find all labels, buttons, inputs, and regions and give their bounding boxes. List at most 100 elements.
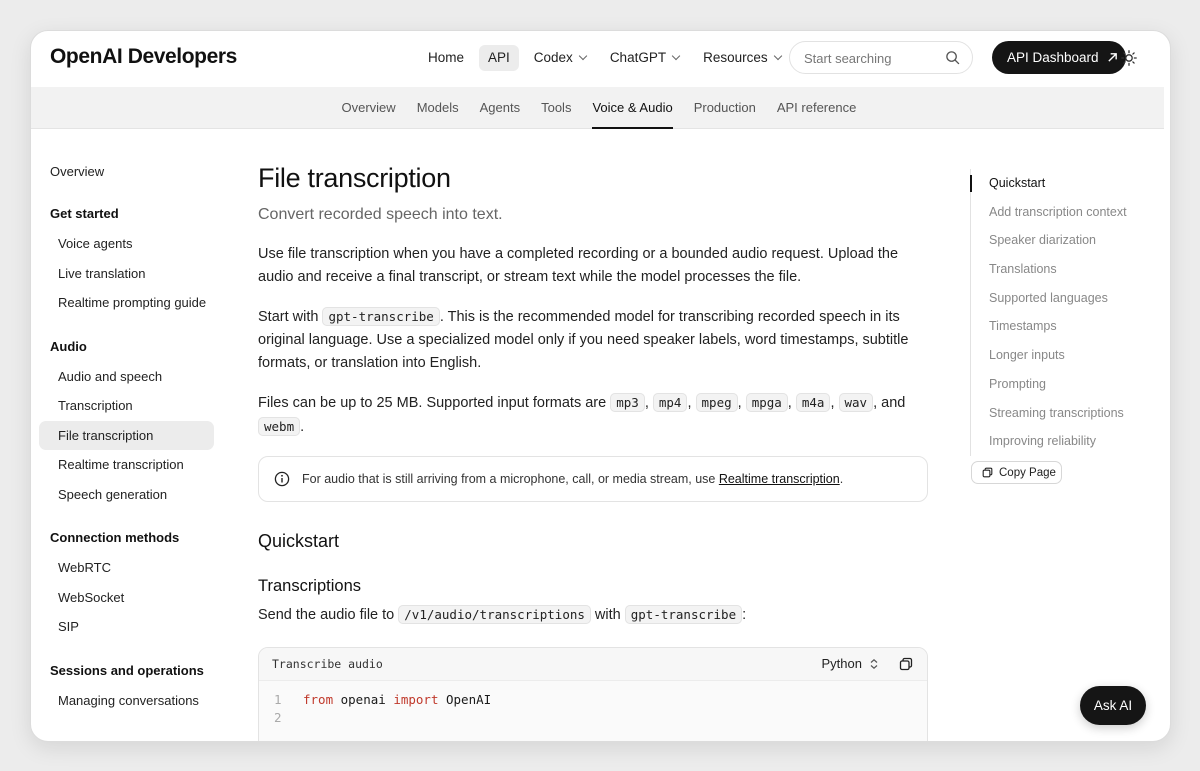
inline-code: /v1/audio/transcriptions [398, 605, 591, 624]
inline-code: mp4 [652, 393, 688, 412]
realtime-transcription-link[interactable]: Realtime transcription [719, 472, 840, 486]
sidebar-item-realtime-transcription[interactable]: Realtime transcription [39, 450, 214, 480]
tab-models[interactable]: Models [417, 87, 459, 129]
sidebar-item-transcription[interactable]: Transcription [39, 391, 214, 421]
text: with [590, 607, 625, 623]
sidebar-section-title: Connection methods [50, 530, 180, 545]
sidebar-item-realtime-prompting[interactable]: Realtime prompting guide [39, 288, 214, 318]
ask-ai-button[interactable]: Ask AI [1080, 686, 1146, 725]
text: Start with [258, 309, 323, 325]
keyword: import [393, 692, 439, 707]
toc-item-speaker-diarization[interactable]: Speaker diarization [971, 226, 1140, 255]
tab-tools[interactable]: Tools [541, 87, 571, 129]
sub-nav: Overview Models Agents Tools Voice & Aud… [31, 87, 1164, 129]
sidebar-item-websocket[interactable]: WebSocket [39, 583, 214, 613]
search-box[interactable] [789, 41, 973, 74]
nav-api-label: API [488, 50, 510, 65]
sidebar-section-title: Audio [50, 338, 87, 354]
sidebar-item-webrtc[interactable]: WebRTC [39, 553, 214, 583]
toc-item-prompting[interactable]: Prompting [971, 370, 1140, 399]
line-number: 2 [274, 710, 282, 725]
toc-item-streaming[interactable]: Streaming transcriptions [971, 399, 1140, 428]
sidebar-item-sip[interactable]: SIP [39, 612, 214, 642]
tab-agents[interactable]: Agents [480, 87, 520, 129]
search-input[interactable] [804, 49, 934, 67]
inline-code: mpga [745, 393, 788, 412]
endpoint-paragraph: Send the audio file to /v1/audio/transcr… [258, 603, 928, 627]
text: Files can be up to 25 MB. Supported inpu… [258, 395, 611, 411]
sun-icon[interactable] [1121, 50, 1137, 66]
nav-api[interactable]: API [479, 45, 519, 71]
code-block: Transcribe audio Python 1 from openai imp… [258, 647, 928, 741]
sidebar-section-title: Get started [50, 206, 119, 221]
chevron-updown-icon [870, 658, 878, 669]
api-dashboard-button[interactable]: API Dashboard [992, 41, 1126, 74]
code-title: Transcribe audio [272, 657, 383, 671]
text: Send the audio file to [258, 607, 399, 623]
code-line: 1 from openai import OpenAI [259, 691, 927, 709]
sidebar-item-live-translation[interactable]: Live translation [39, 259, 214, 289]
language-label: Python [821, 656, 862, 671]
nav-resources[interactable]: Resources [694, 45, 790, 71]
nav-home-label: Home [428, 50, 465, 65]
page-subtitle: Convert recorded speech into text. [258, 206, 503, 223]
toc-item-supported-languages[interactable]: Supported languages [971, 284, 1140, 313]
sidebar-section-title: Sessions and operations [50, 662, 204, 678]
toc-item-translations[interactable]: Translations [971, 255, 1140, 284]
inline-code: mp3 [610, 393, 645, 412]
line-number: 1 [274, 692, 282, 707]
toc-item-longer-inputs[interactable]: Longer inputs [971, 341, 1140, 370]
sidebar-item-speech-generation[interactable]: Speech generation [39, 480, 214, 510]
logo[interactable]: OpenAI Developers [50, 45, 237, 69]
tab-production[interactable]: Production [694, 87, 756, 129]
inline-code: mpeg [695, 393, 738, 412]
copy-page-button[interactable]: Copy Page [971, 461, 1062, 484]
inline-code: m4a [795, 393, 831, 412]
inline-code: gpt-transcribe [624, 605, 743, 624]
inline-code: gpt-transcribe [322, 307, 440, 326]
nav-chatgpt-label: ChatGPT [609, 50, 667, 65]
code-token: OpenAI [438, 692, 492, 707]
sidebar-item-overview[interactable]: Overview [39, 159, 214, 185]
inline-code: webm [258, 417, 301, 436]
toc-item-reliability[interactable]: Improving reliability [971, 427, 1140, 456]
left-sidebar: Overview Get started Voice agents Live t… [39, 159, 214, 715]
copy-page-label: Copy Page [999, 466, 1056, 479]
text: , and [873, 395, 906, 411]
language-select[interactable]: Python [822, 656, 879, 671]
nav-codex[interactable]: Codex [525, 45, 595, 71]
code-token: openai [333, 692, 394, 707]
copy-icon[interactable] [899, 657, 913, 671]
tab-overview[interactable]: Overview [342, 87, 396, 129]
info-text: For audio that is still arriving from a … [302, 472, 719, 486]
arrow-up-right-icon [1107, 53, 1117, 62]
toc-item-timestamps[interactable]: Timestamps [971, 312, 1140, 341]
tab-api-reference[interactable]: API reference [777, 87, 857, 129]
top-bar: OpenAI Developers Home API Codex ChatGPT… [31, 31, 1170, 87]
nav-codex-label: Codex [533, 50, 573, 65]
info-callout: For audio that is still arriving from a … [258, 456, 928, 502]
subsection-heading-transcriptions: Transcriptions [258, 577, 362, 595]
keyword: from [303, 692, 334, 707]
nav-resources-label: Resources [703, 50, 768, 65]
chevron-down-icon [578, 51, 588, 61]
main-content: File transcription Convert recorded spee… [258, 161, 928, 741]
chevron-down-icon [671, 51, 681, 61]
sidebar-item-file-transcription[interactable]: File transcription [39, 420, 214, 450]
sidebar-item-voice-agents[interactable]: Voice agents [39, 229, 214, 259]
nav-home[interactable]: Home [419, 45, 473, 71]
section-heading-quickstart: Quickstart [258, 531, 340, 551]
formats-paragraph: Files can be up to 25 MB. Supported inpu… [258, 393, 906, 436]
api-dashboard-label: API Dashboard [1007, 50, 1099, 65]
browser-window: OpenAI Developers Home API Codex ChatGPT… [30, 30, 1171, 742]
sidebar-item-managing-conversations[interactable]: Managing conversations [39, 686, 214, 716]
tab-voice-audio[interactable]: Voice & Audio [592, 87, 673, 129]
page-title: File transcription [258, 163, 451, 193]
toc-item-add-context[interactable]: Add transcription context [971, 198, 1140, 227]
code-line: 2 [259, 709, 927, 727]
search-icon[interactable] [945, 50, 960, 65]
nav-chatgpt[interactable]: ChatGPT [601, 45, 688, 71]
chevron-down-icon [773, 51, 782, 61]
toc-item-quickstart[interactable]: Quickstart [970, 169, 1140, 198]
sidebar-item-audio-speech[interactable]: Audio and speech [39, 362, 214, 392]
